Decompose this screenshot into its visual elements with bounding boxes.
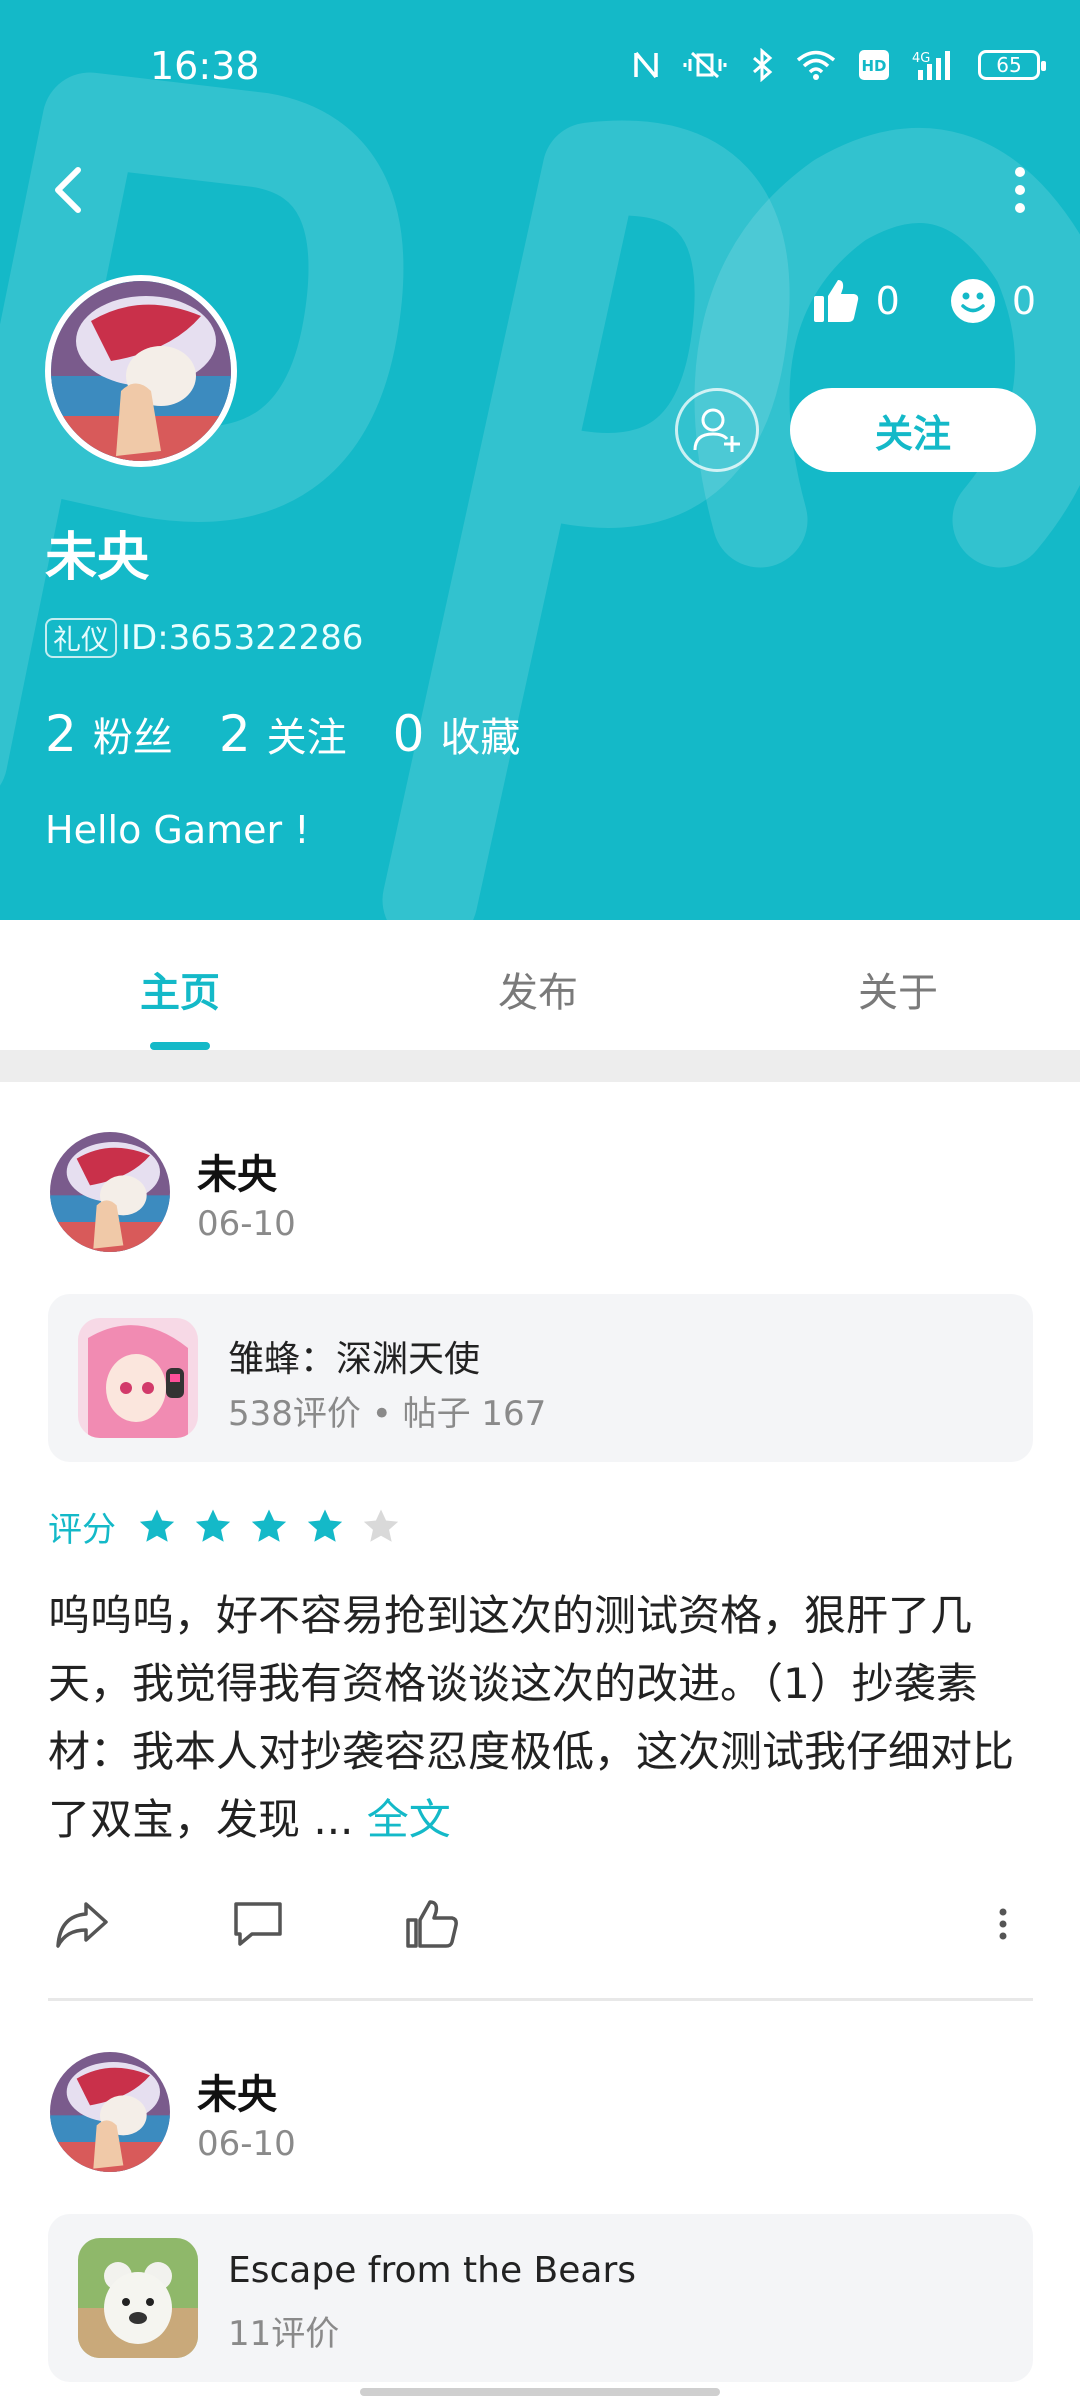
post-date: 06-10	[197, 2124, 296, 2164]
status-bar: 16:38 HD 4G 65	[0, 0, 1080, 130]
post-more-icon[interactable]	[973, 1894, 1033, 1954]
star-icon	[307, 1509, 343, 1542]
like-icon[interactable]	[402, 1894, 462, 1954]
post-author-avatar[interactable]	[50, 1132, 170, 1252]
count-label: 粉丝	[92, 715, 173, 761]
feed-post: 未央 06-10 雏蜂：深渊天使 538评价 • 帖子 167 评分 呜呜呜，好…	[0, 1082, 1080, 2002]
profile-avatar[interactable]	[45, 275, 237, 467]
home-indicator[interactable]	[360, 2388, 720, 2396]
hd-icon: HD	[859, 50, 889, 80]
share-icon[interactable]	[52, 1894, 112, 1954]
following-count[interactable]: 2 关注	[219, 705, 347, 763]
profile-bio: Hello Gamer !	[45, 808, 310, 852]
smiley-icon	[950, 279, 995, 323]
post-text[interactable]: 呜呜呜，好不容易抢到这次的测试资格，狠肝了几天，我觉得我有资格谈谈这次的改进。（…	[48, 1582, 1033, 1854]
feed-post: 未央 06-10 Escape from the Bears 11评价	[0, 2000, 1080, 2400]
avatar-image	[51, 281, 231, 461]
game-meta: 538评价 • 帖子 167	[228, 1394, 547, 1434]
avatar-image	[50, 1132, 170, 1252]
count-label: 关注	[266, 715, 347, 761]
mute-vibrate-icon	[683, 51, 727, 79]
smiles-count: 0	[1011, 279, 1036, 323]
smiles-stat[interactable]: 0	[950, 278, 1036, 324]
favorites-count[interactable]: 0 收藏	[393, 705, 521, 763]
svg-text:4G: 4G	[912, 51, 930, 66]
count-number: 0	[392, 705, 425, 763]
count-label: 收藏	[440, 715, 521, 761]
star-icon	[195, 1509, 231, 1542]
game-meta: 11评价	[228, 2314, 340, 2354]
id-row: 礼仪 ID:365322286	[45, 618, 363, 658]
post-body: 呜呜呜，好不容易抢到这次的测试资格，狠肝了几天，我觉得我有资格谈谈这次的改进。（…	[48, 1591, 1015, 1844]
battery-icon: 65	[978, 50, 1046, 80]
likes-count: 0	[875, 279, 900, 323]
game-icon-image	[78, 2238, 198, 2358]
bluetooth-icon	[753, 48, 773, 82]
game-name: 雏蜂：深渊天使	[228, 1339, 481, 1380]
thumbs-up-icon	[813, 280, 858, 322]
game-card[interactable]: 雏蜂：深渊天使 538评价 • 帖子 167	[48, 1294, 1033, 1462]
status-icons: HD 4G 65	[632, 48, 1046, 82]
read-full-link[interactable]: 全文	[367, 1795, 451, 1844]
post-author-avatar[interactable]	[50, 2052, 170, 2172]
nfc-icon	[634, 51, 658, 79]
wifi-icon	[796, 50, 836, 80]
user-id: ID:365322286	[121, 618, 364, 658]
profile-page: 16:38 HD 4G 65 0 0 关注 未央 礼仪 ID:365322286…	[0, 0, 1080, 2400]
likes-stat[interactable]: 0	[812, 278, 900, 324]
back-arrow-icon[interactable]	[40, 160, 100, 220]
follow-button[interactable]: 关注	[790, 388, 1036, 472]
add-user-icon	[693, 408, 740, 452]
rating-label: 评分	[48, 1510, 116, 1550]
profile-header: 16:38 HD 4G 65 0 0 关注 未央 礼仪 ID:365322286…	[0, 0, 1080, 920]
status-time: 16:38	[150, 44, 260, 88]
tab-active-indicator	[150, 1042, 210, 1050]
tab-posts[interactable]: 发布	[498, 960, 578, 1018]
signal-4g-icon: 4G	[912, 51, 950, 80]
add-friend-button[interactable]	[675, 388, 759, 472]
game-icon	[78, 1318, 198, 1438]
game-icon-image	[78, 1318, 198, 1438]
profile-username: 未央	[45, 528, 150, 588]
tab-about[interactable]: 关于	[858, 960, 938, 1018]
profile-tabs: 主页 发布 关于	[0, 920, 1080, 1050]
post-rating: 评分	[48, 1502, 402, 1551]
avatar-image	[50, 2052, 170, 2172]
post-author-name[interactable]: 未央	[197, 2062, 277, 2120]
count-number: 2	[45, 705, 77, 763]
id-badge[interactable]: 礼仪	[45, 618, 118, 658]
battery-level: 65	[996, 53, 1022, 77]
profile-counts: 2 粉丝 2 关注 0 收藏	[45, 705, 520, 763]
svg-text:HD: HD	[861, 57, 886, 75]
more-vertical-icon[interactable]	[990, 160, 1050, 220]
star-icon	[139, 1509, 175, 1542]
post-actions	[48, 1894, 1033, 1964]
game-icon	[78, 2238, 198, 2358]
star-icon	[251, 1509, 287, 1542]
tab-home[interactable]: 主页	[140, 960, 220, 1018]
post-date: 06-10	[197, 1204, 296, 1244]
count-number: 2	[218, 705, 251, 763]
game-name: Escape from the Bears	[228, 2250, 637, 2291]
game-card[interactable]: Escape from the Bears 11评价	[48, 2214, 1033, 2382]
star-empty-icon	[363, 1509, 399, 1542]
followers-count[interactable]: 2 粉丝	[45, 705, 173, 763]
section-divider	[0, 1050, 1080, 1082]
comment-icon[interactable]	[228, 1894, 288, 1954]
like-stats: 0 0	[812, 278, 1036, 324]
post-author-name[interactable]: 未央	[197, 1142, 277, 1200]
